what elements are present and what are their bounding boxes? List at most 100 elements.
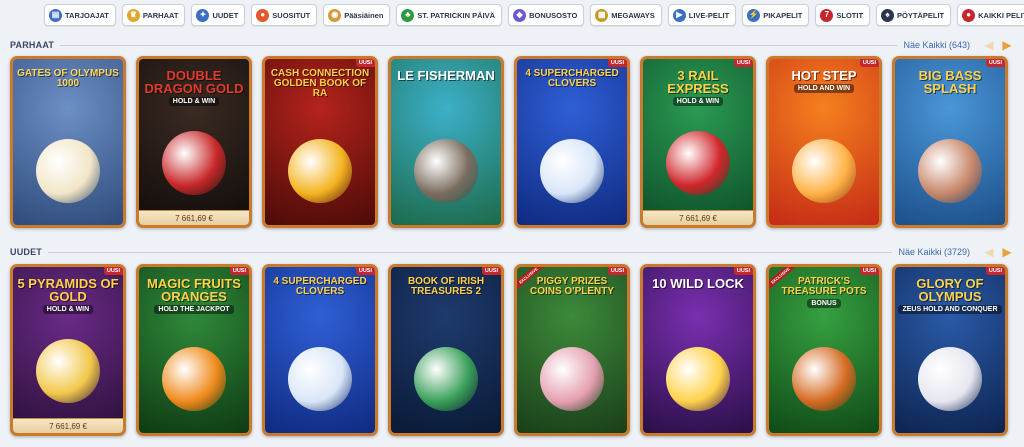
game-character-art (792, 347, 856, 411)
category-live-pelit-button[interactable]: ▶ LIVE-PELIT (667, 4, 737, 26)
category-label: PIKAPELIT (763, 10, 803, 20)
clover-icon: ♣ (401, 8, 415, 22)
game-tile[interactable]: 4 SUPERCHARGED CLOVERS UUSI (262, 264, 378, 436)
new-badge: UUSI (859, 267, 879, 275)
game-title: LE FISHERMAN (397, 68, 495, 83)
game-tile[interactable]: DOUBLE DRAGON GOLD HOLD & WIN 7 661,69 € (136, 56, 252, 228)
game-artwork: 10 WILD LOCK (643, 267, 753, 433)
game-title: 5 PYRAMIDS OF GOLD (17, 276, 119, 304)
jackpot-amount: 7 661,69 € (139, 210, 249, 225)
game-character-art (666, 347, 730, 411)
instant-icon: ⚡ (747, 8, 761, 22)
game-tile[interactable]: LE FISHERMAN (388, 56, 504, 228)
game-artwork: 4 SUPERCHARGED CLOVERS (517, 59, 627, 225)
game-artwork: Patrick's TREASURE POTS BONUS (769, 267, 879, 433)
category-label: SLOTIT (836, 10, 864, 20)
category-bonusosto-button[interactable]: ◆ BONUSOSTO (508, 4, 585, 26)
game-subtitle: HOLD & WIN (42, 305, 94, 314)
see-all-link[interactable]: Näe Kaikki (643) (903, 40, 970, 50)
new-badge: UUSI (607, 267, 627, 275)
game-title: Patrick's TREASURE POTS (781, 276, 867, 297)
games-row-uudet: 5 PYRAMIDS OF GOLD HOLD & WIN UUSI 7 661,69… (10, 264, 1014, 436)
game-title: PIGGY PRIZES COINS O'Plenty (529, 276, 615, 297)
new-badge: UUSI (985, 59, 1005, 67)
category-parhaat-button[interactable]: ♛ PARHAAT (121, 4, 186, 26)
category-st-patrick-button[interactable]: ♣ ST. PATRICKIN PÄIVÄ (396, 4, 503, 26)
game-title: 4 SUPERCHARGED CLOVERS (273, 276, 367, 297)
game-tile[interactable]: 10 WILD LOCK UUSI (640, 264, 756, 436)
section-divider (60, 44, 898, 46)
game-tile[interactable]: 5 PYRAMIDS OF GOLD HOLD & WIN UUSI 7 661,69… (10, 264, 126, 436)
game-title: BOOK OF IRISH TREASURES 2 (407, 276, 485, 297)
category-label: ST. PATRICKIN PÄIVÄ (417, 10, 496, 20)
game-title: GLORY OF OLYMPUS (916, 276, 984, 304)
category-label: Pääsiäinen (344, 10, 384, 20)
new-badge: UUSI (355, 59, 375, 67)
game-character-art (540, 139, 604, 203)
category-label: PÖYTÄPELIT (897, 10, 945, 20)
game-tile[interactable]: CASH CONNECTION GOLDEN BOOK of RA UUSI (262, 56, 378, 228)
game-tile[interactable]: 3 RAIL EXPRESS HOLD & WIN UUSI 7 661,69 € (640, 56, 756, 228)
game-artwork: PIGGY PRIZES COINS O'Plenty (517, 267, 627, 433)
game-character-art (414, 139, 478, 203)
see-all-link[interactable]: Näe Kaikki (3729) (898, 247, 970, 257)
new-badge: UUSI (103, 267, 123, 275)
games-row-parhaat: GATES of OLYMPUS 1000 DOUBLE DRAGON GOLD H… (10, 56, 1014, 228)
game-title: GATES of OLYMPUS 1000 (17, 68, 119, 89)
category-label: KAIKKI PELIT (978, 10, 1024, 20)
category-bar: ▤ TARJOAJAT ♛ PARHAAT ✦ UUDET ● SUOSITUT ◉ Pääsiä… (0, 0, 1024, 30)
game-artwork: GATES of OLYMPUS 1000 (13, 59, 123, 225)
section-divider (48, 251, 893, 253)
game-character-art (36, 339, 100, 403)
game-tile[interactable]: GLORY OF OLYMPUS ZEUS HOLD AND CONQUER UUS… (892, 264, 1008, 436)
new-badge: UUSI (229, 267, 249, 275)
category-slotit-button[interactable]: 7 SLOTIT (815, 4, 871, 26)
category-tarjoajat-button[interactable]: ▤ TARJOAJAT (44, 4, 116, 26)
game-tile[interactable]: PIGGY PRIZES COINS O'Plenty UUSI EXCLUSIVE (514, 264, 630, 436)
prev-arrow-icon[interactable]: ◀ (982, 38, 996, 52)
game-tile[interactable]: BIG BASS SPLASH UUSI (892, 56, 1008, 228)
easter-egg-icon: ◉ (328, 8, 342, 22)
category-label: MEGAWAYS (611, 10, 655, 20)
game-title: 10 WILD LOCK (652, 276, 744, 291)
prev-arrow-icon[interactable]: ◀ (982, 245, 996, 259)
category-label: SUOSITUT (272, 10, 311, 20)
game-subtitle: HOLD & WIN (168, 97, 220, 106)
jackpot-amount: 7 661,69 € (643, 210, 753, 225)
category-uudet-button[interactable]: ✦ UUDET (191, 4, 246, 26)
category-kaikki-pelit-button[interactable]: ● KAIKKI PELIT (957, 4, 1024, 26)
game-title: 3 RAIL EXPRESS (667, 68, 729, 96)
game-artwork: GLORY OF OLYMPUS ZEUS HOLD AND CONQUER (895, 267, 1005, 433)
game-character-art (918, 139, 982, 203)
game-title: 4 SUPERCHARGED CLOVERS (525, 68, 619, 89)
category-label: PARHAAT (142, 10, 179, 20)
next-arrow-icon[interactable]: ▶ (1000, 38, 1014, 52)
game-artwork: BIG BASS SPLASH (895, 59, 1005, 225)
crown-icon: ♛ (126, 8, 140, 22)
new-icon: ✦ (196, 8, 210, 22)
next-arrow-icon[interactable]: ▶ (1000, 245, 1014, 259)
category-megaways-button[interactable]: ▦ MEGAWAYS (590, 4, 662, 26)
category-pikapelit-button[interactable]: ⚡ PIKAPELIT (742, 4, 810, 26)
game-tile[interactable]: GATES of OLYMPUS 1000 (10, 56, 126, 228)
game-character-art (792, 139, 856, 203)
game-tile[interactable]: HOT STEP HOLD AND WIN UUSI (766, 56, 882, 228)
game-character-art (288, 139, 352, 203)
game-tile[interactable]: Patrick's TREASURE POTS BONUS UUSI EXCLUSIV… (766, 264, 882, 436)
game-tile[interactable]: Magic Fruits ORANGES HOLD THE JACKPOT UUSI (136, 264, 252, 436)
game-character-art (162, 131, 226, 195)
game-artwork: Magic Fruits ORANGES HOLD THE JACKPOT (139, 267, 249, 433)
category-paasiainen-button[interactable]: ◉ Pääsiäinen (323, 4, 391, 26)
new-badge: UUSI (859, 59, 879, 67)
flame-icon: ● (256, 8, 270, 22)
game-artwork: 4 SUPERCHARGED CLOVERS (265, 267, 375, 433)
game-tile[interactable]: BOOK OF IRISH TREASURES 2 UUSI (388, 264, 504, 436)
category-suositut-button[interactable]: ● SUOSITUT (251, 4, 318, 26)
category-poytapelit-button[interactable]: ♠ PÖYTÄPELIT (876, 4, 952, 26)
game-artwork: CASH CONNECTION GOLDEN BOOK of RA (265, 59, 375, 225)
game-artwork: LE FISHERMAN (391, 59, 501, 225)
game-title: Magic Fruits ORANGES (147, 276, 241, 304)
table-games-icon: ♠ (881, 8, 895, 22)
new-badge: UUSI (481, 267, 501, 275)
game-tile[interactable]: 4 SUPERCHARGED CLOVERS UUSI (514, 56, 630, 228)
